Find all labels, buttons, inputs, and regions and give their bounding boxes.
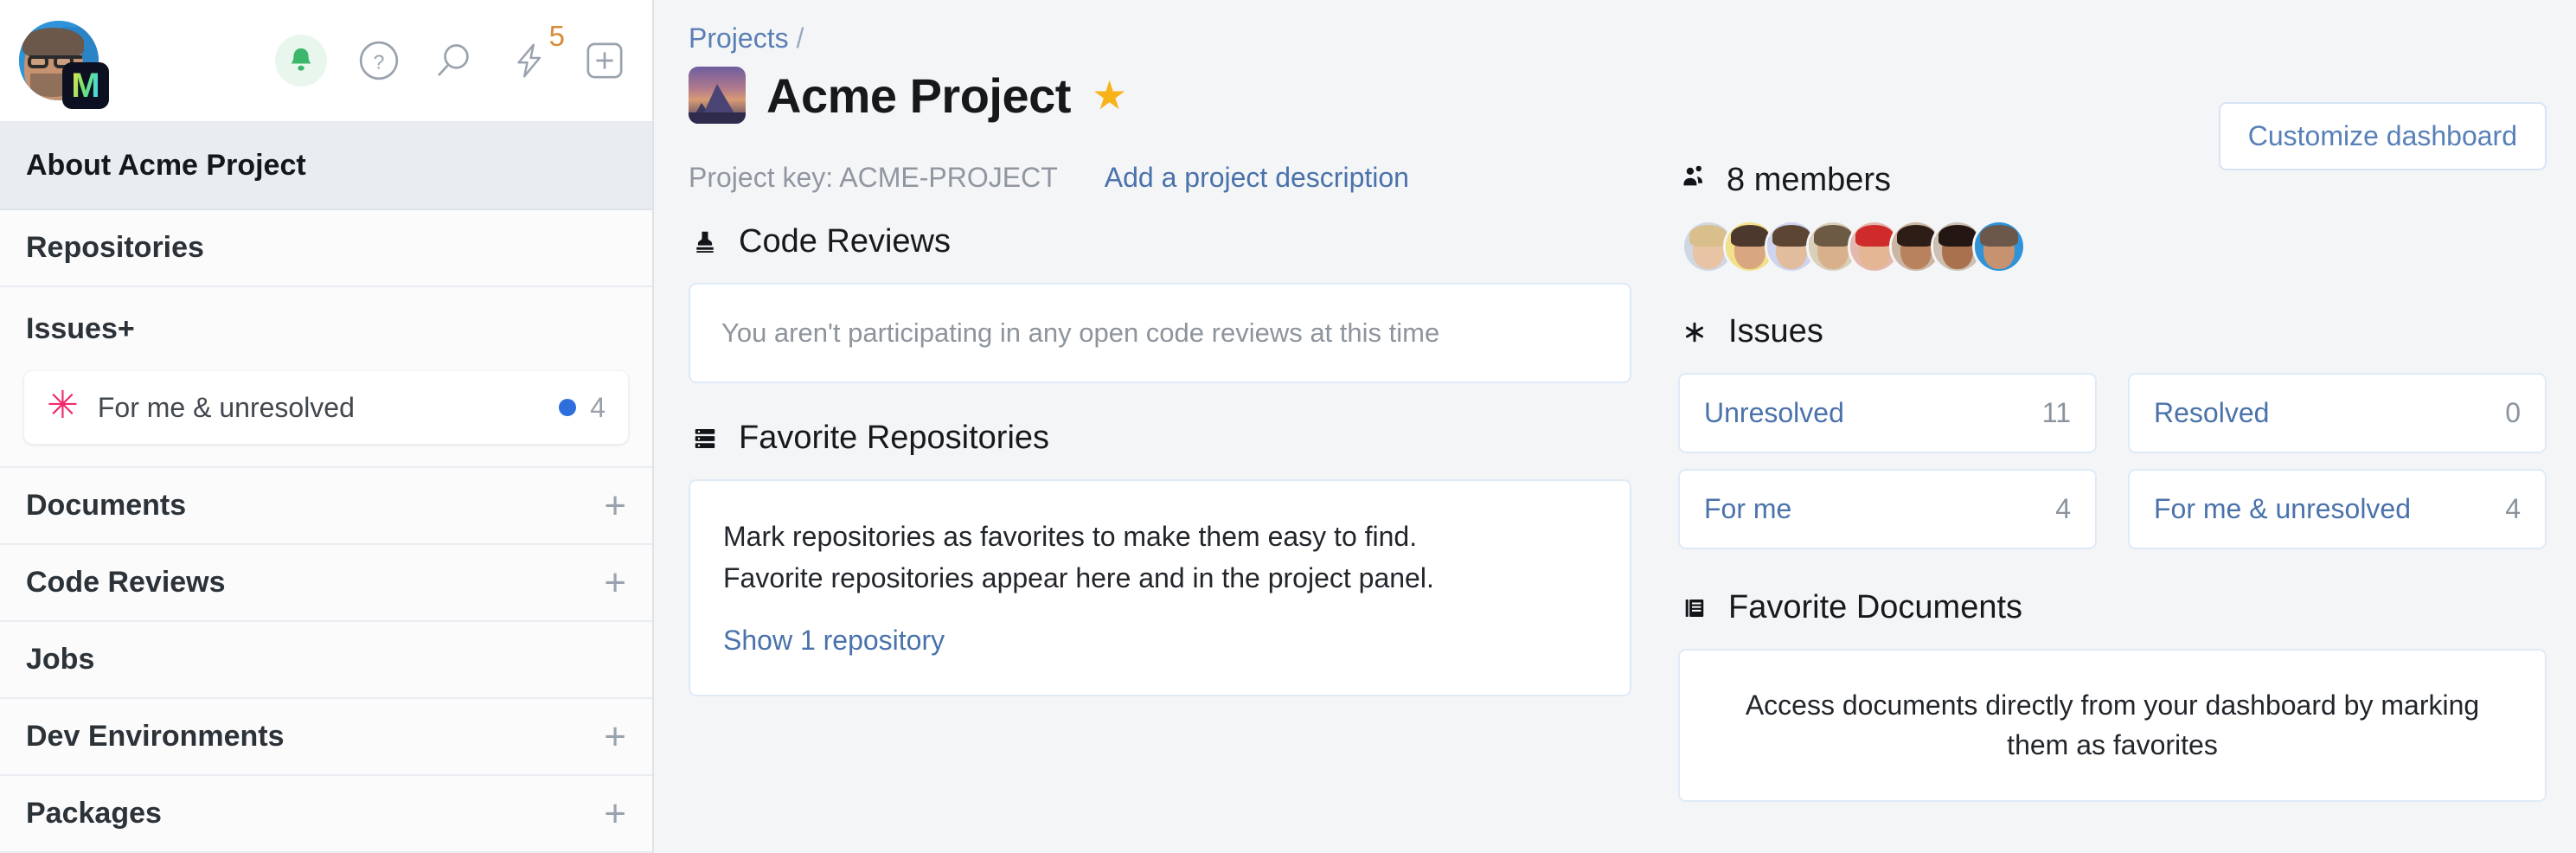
- issue-card-count: 4: [2505, 493, 2521, 524]
- member-avatar-stack: [1678, 220, 2547, 273]
- issues-card-grid: Unresolved 11 Resolved 0 For me 4 For me…: [1678, 373, 2547, 549]
- favorite-documents-empty-card: Access documents directly from your dash…: [1678, 649, 2547, 802]
- member-avatar-8[interactable]: [1972, 220, 2026, 273]
- sidebar-item-label: Issues: [26, 312, 118, 345]
- issue-card-label: For me: [1704, 493, 1792, 524]
- issue-card-for-me-and-unresolved[interactable]: For me & unresolved 4: [2128, 469, 2547, 549]
- sidebar-item-jobs[interactable]: Jobs: [0, 622, 652, 699]
- sidebar-item-packages[interactable]: Packages +: [0, 776, 652, 853]
- issue-card-label: Unresolved: [1704, 397, 1844, 428]
- sidebar-item-label: Packages: [26, 797, 162, 830]
- sidebar-item-label: Jobs: [26, 643, 95, 676]
- issue-card-count: 11: [2041, 397, 2071, 428]
- people-icon: [1678, 162, 1711, 199]
- sidebar-topbar: M ? 5: [0, 0, 652, 123]
- activity-bolt-icon[interactable]: 5: [506, 22, 565, 84]
- dashboard-columns: Project key: ACME-PROJECT Add a project …: [689, 162, 2547, 802]
- favorite-star-icon[interactable]: ★: [1092, 75, 1127, 115]
- sidebar-item-documents[interactable]: Documents +: [0, 468, 652, 545]
- issue-card-count: 0: [2505, 397, 2521, 428]
- issue-card-unresolved[interactable]: Unresolved 11: [1678, 373, 2097, 453]
- favorite-repositories-text-line-1: Mark repositories as favorites to make t…: [723, 521, 1418, 552]
- dashboard-left-column: Project key: ACME-PROJECT Add a project …: [689, 162, 1631, 802]
- sidebar-item-dev-environments[interactable]: Dev Environments +: [0, 699, 652, 776]
- breadcrumb-separator: /: [796, 22, 804, 54]
- breadcrumb-projects-link[interactable]: Projects: [689, 22, 789, 54]
- section-title: Issues: [1728, 313, 1823, 350]
- help-icon[interactable]: ?: [356, 37, 402, 84]
- section-title: Favorite Repositories: [739, 420, 1050, 456]
- favorite-repositories-section-heading: Favorite Repositories: [689, 420, 1631, 457]
- add-project-description-link[interactable]: Add a project description: [1105, 162, 1409, 194]
- sidebar-item-for-me-and-unresolved[interactable]: ✳ For me & unresolved 4: [24, 371, 628, 444]
- asterisk-icon: ✳: [47, 384, 79, 426]
- add-document-plus-icon[interactable]: +: [604, 486, 626, 525]
- add-code-review-plus-icon[interactable]: +: [604, 563, 626, 602]
- sidebar-item-issues[interactable]: Issues +: [0, 287, 652, 371]
- saved-search-meta: 4: [559, 392, 606, 424]
- project-key-label: Project key: ACME-PROJECT: [689, 162, 1058, 193]
- add-dev-environment-plus-icon[interactable]: +: [604, 717, 626, 756]
- breadcrumb: Projects /: [689, 22, 2547, 55]
- issue-card-count: 4: [2055, 493, 2071, 524]
- sidebar-item-repositories[interactable]: Repositories: [0, 210, 652, 287]
- avatar[interactable]: M: [19, 21, 109, 109]
- project-meta-row: Project key: ACME-PROJECT Add a project …: [689, 162, 1631, 194]
- favorite-repositories-card: Mark repositories as favorites to make t…: [689, 479, 1631, 696]
- sidebar-item-label: Documents: [26, 489, 187, 522]
- customize-dashboard-button[interactable]: Customize dashboard: [2218, 102, 2547, 170]
- saved-search-count: 4: [590, 391, 606, 423]
- sidebar-item-label: Repositories: [26, 231, 204, 264]
- sidebar-item-label: Dev Environments: [26, 720, 285, 753]
- document-icon: [1678, 592, 1711, 625]
- code-reviews-empty-card: You aren't participating in any open cod…: [689, 283, 1631, 383]
- issue-card-for-me[interactable]: For me 4: [1678, 469, 2097, 549]
- section-title: Code Reviews: [739, 223, 951, 260]
- app-badge-icon: M: [62, 62, 109, 109]
- status-dot-icon: [559, 399, 577, 416]
- project-avatar: [689, 67, 746, 124]
- search-icon[interactable]: [431, 37, 477, 84]
- favorite-repositories-text-line-2: Favorite repositories appear here and in…: [723, 562, 1434, 593]
- code-reviews-section-heading: Code Reviews: [689, 223, 1631, 260]
- members-count-label: 8 members: [1727, 162, 1892, 198]
- saved-search-label: For me & unresolved: [97, 391, 355, 423]
- favorite-documents-section-heading: Favorite Documents: [1678, 589, 2547, 626]
- issue-card-label: For me & unresolved: [2154, 493, 2412, 524]
- add-issue-plus-icon[interactable]: +: [118, 312, 135, 346]
- sidebar-item-code-reviews[interactable]: Code Reviews +: [0, 545, 652, 622]
- topbar-icons: ? 5: [275, 22, 628, 87]
- asterisk-icon: [1678, 316, 1711, 349]
- server-list-icon: [689, 422, 721, 455]
- issue-card-resolved[interactable]: Resolved 0: [2128, 373, 2547, 453]
- page-title: Acme Project: [766, 67, 1071, 123]
- add-package-plus-icon[interactable]: +: [604, 794, 626, 833]
- show-repository-link[interactable]: Show 1 repository: [723, 625, 945, 657]
- dashboard-right-column: 8 members Issues Unresolved 11 Resolved …: [1678, 162, 2547, 802]
- app-badge-letter: M: [71, 67, 100, 105]
- app-root: M ? 5 About Acme Project Repositories Is…: [0, 0, 2576, 853]
- notifications-bell-icon[interactable]: [275, 35, 327, 87]
- issues-section-heading: Issues: [1678, 313, 2547, 350]
- sidebar-item-about-acme-project[interactable]: About Acme Project: [0, 123, 652, 210]
- activity-badge-count: 5: [548, 20, 565, 52]
- create-plus-icon[interactable]: [581, 37, 628, 84]
- svg-text:?: ?: [374, 51, 385, 74]
- stamp-icon: [689, 226, 721, 259]
- section-title: Favorite Documents: [1728, 589, 2023, 625]
- sidebar: M ? 5 About Acme Project Repositories Is…: [0, 0, 654, 853]
- sidebar-item-label: Code Reviews: [26, 566, 226, 599]
- main-content: Projects / Acme Project ★ Customize dash…: [654, 0, 2576, 853]
- sidebar-group-issues: Issues + ✳ For me & unresolved 4: [0, 287, 652, 468]
- issue-card-label: Resolved: [2154, 397, 2270, 428]
